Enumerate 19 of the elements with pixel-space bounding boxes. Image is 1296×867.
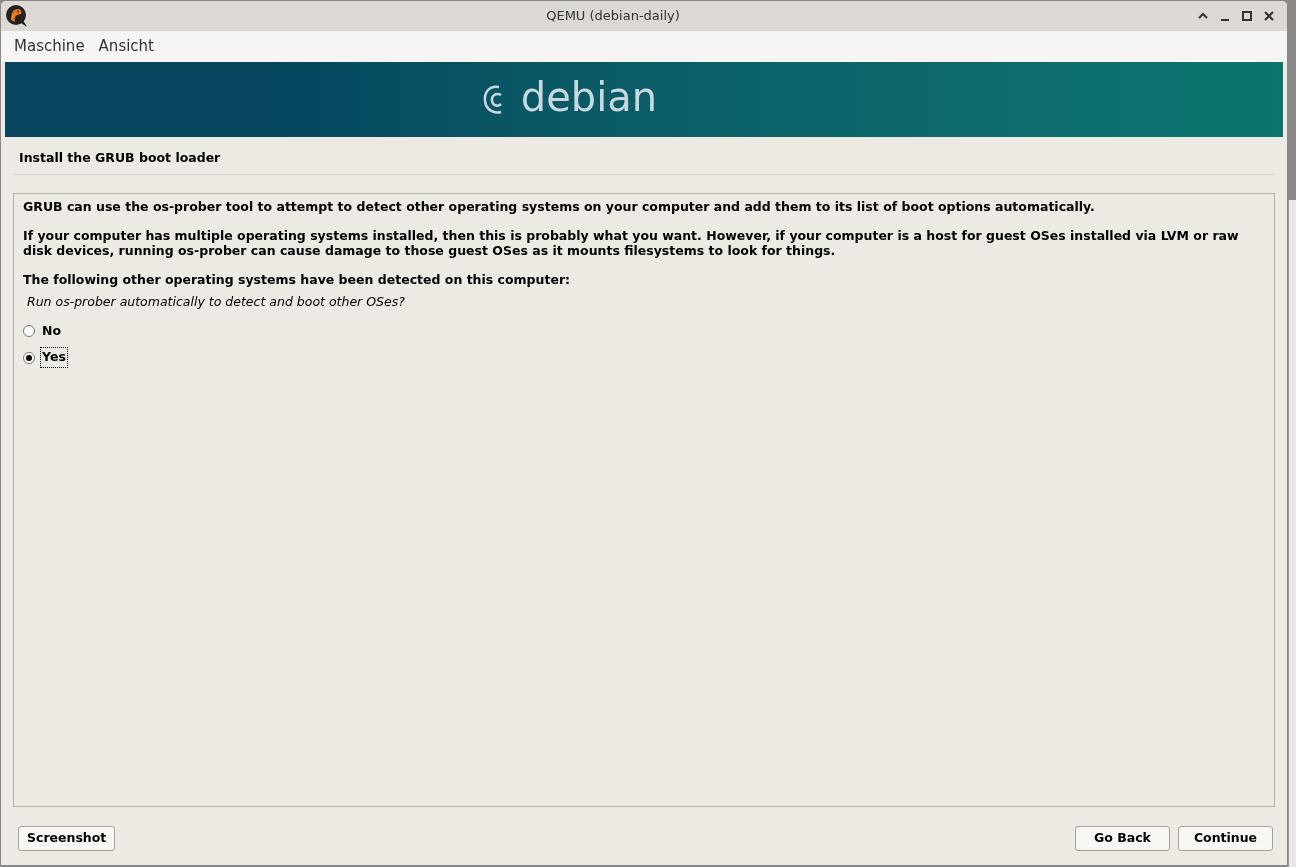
description-text: If your computer has multiple operating systems installed, then this is probably what you want. However, if your computer is a host for guest OSes installed via LVM or raw disk devices, running os-prober can cause damage to those guest OSes as it mounts filesystems to look for things.: [23, 227, 1240, 258]
description-text: The following other operating systems have been detected on this computer:: [23, 271, 572, 287]
screenshot-button[interactable]: Screenshot: [18, 826, 116, 851]
radio-button[interactable]: [23, 324, 35, 337]
radio-button[interactable]: [23, 351, 35, 364]
maximize-icon[interactable]: [1241, 10, 1253, 22]
description-text: GRUB can use the os-prober tool to attempt to detect other operating systems on your computer and add them to its list of boot options automatically.: [23, 198, 1096, 214]
menu-item[interactable]: Maschine: [9, 35, 90, 58]
logo-text: debian: [520, 76, 658, 122]
option-label[interactable]: No: [41, 321, 63, 341]
window-title: QEMU (debian-daily): [545, 7, 681, 26]
continue-button[interactable]: Continue: [1178, 826, 1273, 851]
back-button[interactable]: Go Back: [1075, 826, 1170, 851]
close-icon[interactable]: [1263, 10, 1275, 22]
menu-item[interactable]: Ansicht: [93, 35, 159, 58]
question-text: Run os-prober automatically to detect and boot other OSes?: [27, 292, 406, 311]
option-label[interactable]: Yes: [41, 348, 67, 367]
app-logo-icon: [5, 4, 29, 28]
step-title: Install the GRUB boot loader: [13, 149, 1275, 175]
